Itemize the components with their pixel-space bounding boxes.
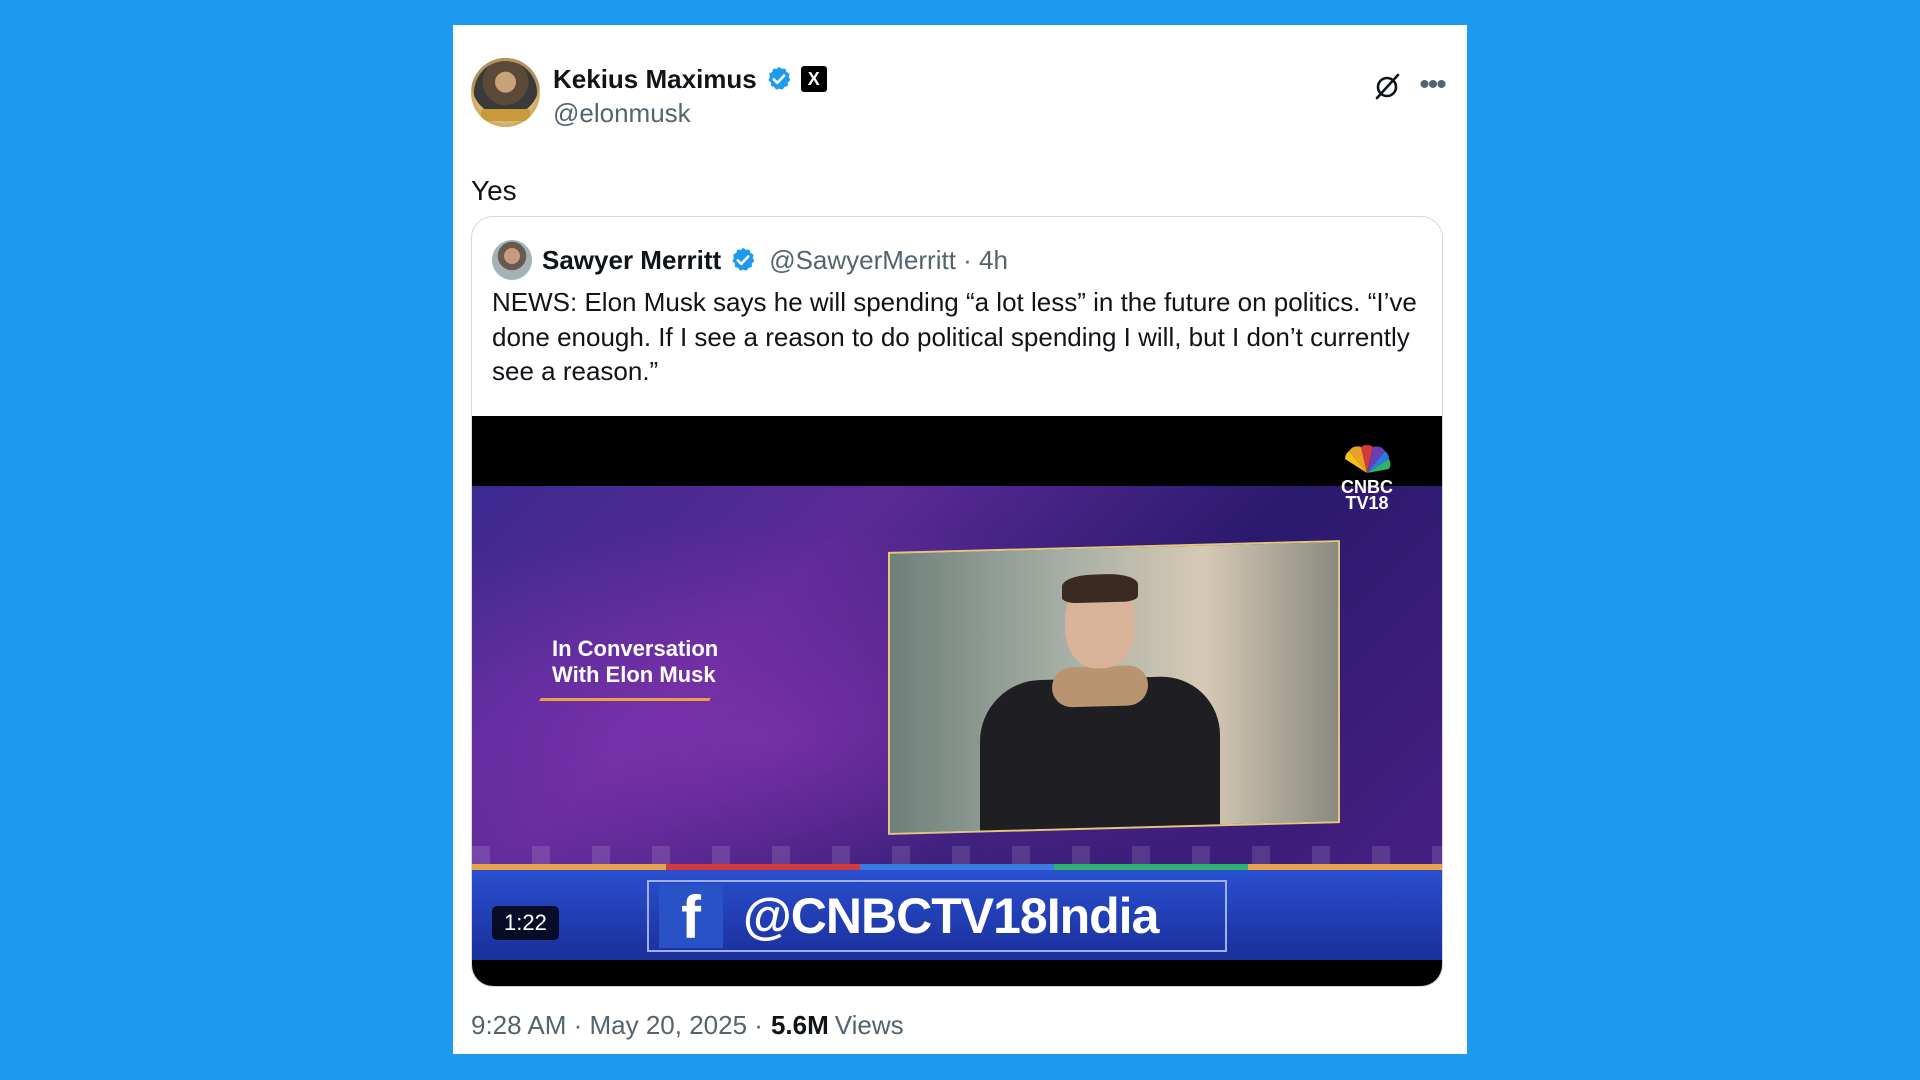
quoted-author-avatar[interactable] <box>492 240 532 280</box>
overlay-underline <box>539 698 711 701</box>
author-name-row: Kekius Maximus X <box>553 62 827 96</box>
verified-badge-icon <box>768 66 791 90</box>
video-screen <box>888 540 1340 835</box>
cnbc-logo-line2: TV18 <box>1345 493 1389 513</box>
views-label: Views <box>834 1010 904 1040</box>
cnbc-logo: CNBC TV18 <box>1332 443 1402 513</box>
author-info: Kekius Maximus X @elonmusk <box>553 62 827 129</box>
grok-icon[interactable] <box>1371 70 1403 102</box>
quoted-text: NEWS: Elon Musk says he will spending “a… <box>492 287 1417 386</box>
avatar-banner <box>481 109 530 121</box>
x-affiliate-badge-icon: X <box>800 66 827 92</box>
views-count[interactable]: 5.6M <box>771 1010 829 1041</box>
facebook-icon: f <box>659 884 723 948</box>
quoted-author-handle-time[interactable]: @SawyerMerritt · 4h <box>769 245 1008 276</box>
video-frame-stage: In Conversation With Elon Musk <box>472 486 1442 906</box>
video-duration-badge: 1:22 <box>492 906 559 940</box>
post-text: Yes <box>471 175 517 206</box>
quoted-author-name[interactable]: Sawyer Merritt <box>542 245 721 276</box>
quoted-post[interactable]: Sawyer Merritt @SawyerMerritt · 4h NEWS:… <box>471 216 1443 987</box>
speaker-collar <box>1052 665 1148 708</box>
author-avatar[interactable] <box>471 58 540 127</box>
quoted-header: Sawyer Merritt @SawyerMerritt · 4h <box>492 240 1008 280</box>
speaker-hair <box>1062 573 1138 604</box>
speaker-figure <box>980 573 1220 835</box>
quoted-verified-badge-icon <box>732 247 755 271</box>
peacock-icon <box>1345 445 1391 473</box>
post-meta: 9:28 AM · May 20, 2025 · 5.6M Views <box>471 1010 904 1041</box>
post-header: Kekius Maximus X @elonmusk ••• <box>471 58 1449 138</box>
video-overlay-title: In Conversation With Elon Musk <box>552 636 719 687</box>
ticker-handle: @CNBCTV18India <box>743 888 1159 944</box>
post-card: Kekius Maximus X @elonmusk ••• Yes Sawye… <box>453 25 1467 1054</box>
more-icon[interactable]: ••• <box>1415 68 1449 102</box>
post-timestamp[interactable]: 9:28 AM · May 20, 2025 · <box>471 1010 763 1041</box>
author-handle[interactable]: @elonmusk <box>553 98 827 129</box>
ticker-social-box: f @CNBCTV18India <box>647 880 1227 952</box>
author-display-name[interactable]: Kekius Maximus <box>553 64 757 95</box>
video-player[interactable]: In Conversation With Elon Musk CNBC TV18… <box>472 416 1442 986</box>
video-ticker: f @CNBCTV18India <box>472 870 1442 960</box>
